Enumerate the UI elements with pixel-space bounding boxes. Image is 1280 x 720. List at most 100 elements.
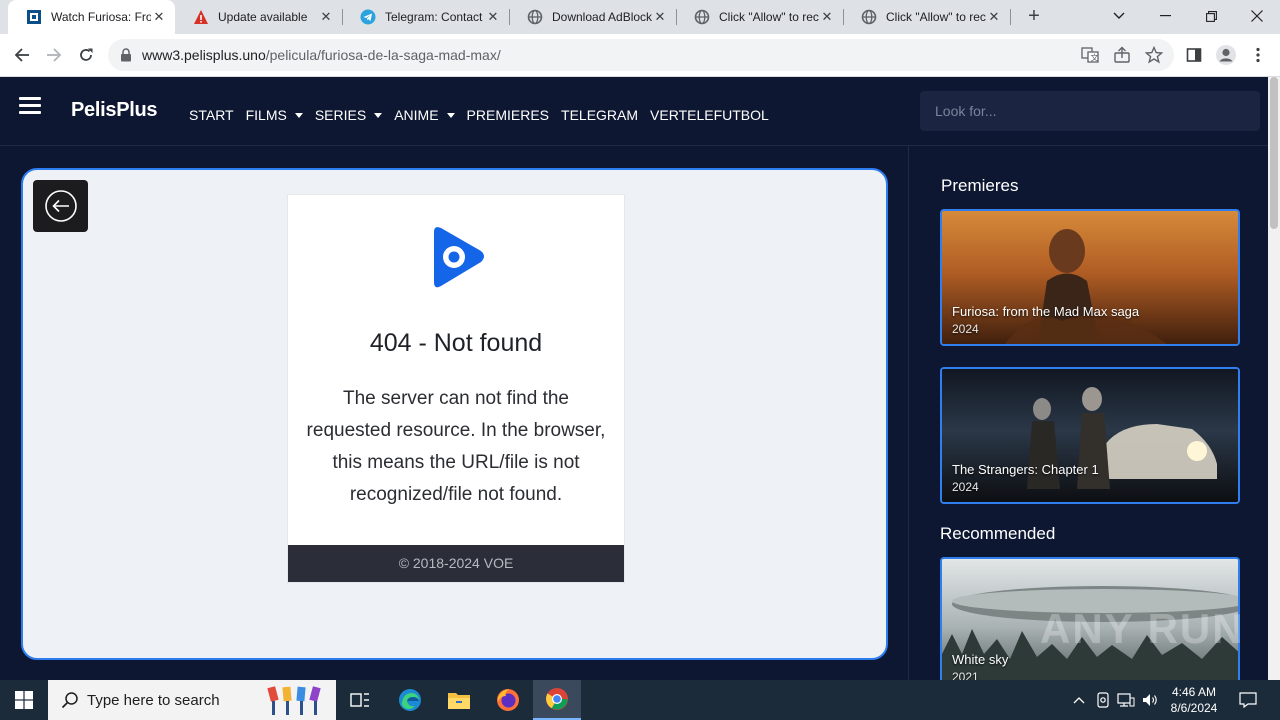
show-hidden-icons-chevron-up-icon[interactable] xyxy=(1068,680,1090,720)
caret-down-icon xyxy=(374,112,383,118)
page-scrollbar[interactable] xyxy=(1268,77,1280,680)
site-logo[interactable]: PelisPlus xyxy=(71,99,158,122)
nav-label: FILMS xyxy=(245,107,287,123)
content-divider xyxy=(908,146,909,680)
error-title: 404 - Not found xyxy=(369,329,543,357)
search-icon xyxy=(61,692,78,709)
circle-arrow-left-icon xyxy=(44,190,77,222)
device-icon[interactable] xyxy=(1093,680,1113,720)
forward-arrow-icon[interactable] xyxy=(40,41,68,69)
address-bar[interactable]: www3.pelisplus.uno/pelicula/furiosa-de-l… xyxy=(108,39,1174,71)
nav-label: VERTELEFUTBOL xyxy=(650,107,769,123)
svg-text:文: 文 xyxy=(1091,53,1099,63)
website-viewport: PelisPlus START FILMS SERIES ANIME PREMI… xyxy=(0,77,1268,680)
tab-close-icon[interactable]: ✕ xyxy=(986,9,1002,25)
scrollbar-thumb[interactable] xyxy=(1270,77,1278,229)
url-text[interactable]: www3.pelisplus.uno/pelicula/furiosa-de-l… xyxy=(142,47,501,63)
firefox-icon[interactable] xyxy=(484,680,532,720)
tab-title: Update available xyxy=(218,10,308,24)
profile-avatar-icon[interactable] xyxy=(1212,41,1240,69)
movie-card-the-strangers[interactable]: The Strangers: Chapter 1 2024 xyxy=(940,367,1240,504)
main-nav: START FILMS SERIES ANIME PREMIERES TELEG… xyxy=(189,107,781,123)
movie-title: Furiosa: from the Mad Max saga xyxy=(952,304,1140,319)
movie-year: 2024 xyxy=(952,480,979,494)
lock-icon[interactable] xyxy=(120,48,132,62)
notifications-icon[interactable] xyxy=(1230,680,1266,720)
reload-icon[interactable] xyxy=(72,41,100,69)
browser-menu-icon[interactable] xyxy=(1244,41,1272,69)
error-footer: © 2018-2024 VOE xyxy=(288,545,624,582)
taskbar-search-box[interactable]: Type here to search xyxy=(48,680,336,720)
windows-start-icon[interactable] xyxy=(0,680,48,720)
file-explorer-icon[interactable] xyxy=(435,680,483,720)
back-arrow-icon[interactable] xyxy=(8,41,36,69)
chrome-icon[interactable] xyxy=(533,680,581,720)
minimize-window-icon[interactable] xyxy=(1142,0,1188,32)
tab-close-icon[interactable]: ✕ xyxy=(318,9,334,25)
globe-icon xyxy=(861,9,877,25)
close-window-icon[interactable] xyxy=(1234,0,1280,32)
tab-title: Telegram: Contact xyxy=(385,10,483,24)
voe-play-logo-icon xyxy=(434,227,484,288)
globe-icon xyxy=(694,9,710,25)
nav-label: TELEGRAM xyxy=(561,107,639,123)
new-tab-button[interactable]: + xyxy=(1022,5,1046,29)
task-view-icon[interactable] xyxy=(336,680,384,720)
hamburger-menu-icon[interactable] xyxy=(19,97,41,115)
volume-icon[interactable] xyxy=(1140,680,1162,720)
translate-icon[interactable]: 文 xyxy=(1080,45,1100,65)
error-card: 404 - Not found The server can not find … xyxy=(287,194,625,583)
globe-icon xyxy=(527,9,543,25)
tab-title: Click "Allow" to receive xyxy=(719,10,819,24)
nav-label: SERIES xyxy=(314,107,367,123)
edge-icon[interactable] xyxy=(386,680,434,720)
tab-telegram[interactable]: Telegram: Contact ✕ xyxy=(342,0,509,34)
nav-series[interactable]: SERIES xyxy=(314,107,383,123)
caret-down-icon xyxy=(446,112,455,118)
back-button[interactable] xyxy=(33,180,88,232)
restore-window-icon[interactable] xyxy=(1188,0,1234,32)
tab-update-available[interactable]: Update available ✕ xyxy=(175,0,342,34)
nav-anime[interactable]: ANIME xyxy=(394,107,455,123)
telegram-icon xyxy=(360,9,376,25)
tab-title: Watch Furiosa: From the Mad Max saga xyxy=(51,10,151,24)
tab-search-chevron-down-icon[interactable] xyxy=(1096,0,1142,32)
nav-label: ANIME xyxy=(394,107,439,123)
nav-label: PREMIERES xyxy=(466,107,550,123)
movie-card-furiosa[interactable]: Furiosa: from the Mad Max saga 2024 xyxy=(940,209,1240,346)
clock-date: 8/6/2024 xyxy=(1170,701,1218,715)
tab-download-adblock[interactable]: Download AdBlock ✕ xyxy=(509,0,676,34)
furiosa-poster-image xyxy=(942,211,1238,344)
tab-separator xyxy=(1010,9,1011,25)
system-clock[interactable]: 4:46 AM 8/6/2024 xyxy=(1162,684,1226,716)
network-icon[interactable] xyxy=(1115,680,1137,720)
any-run-watermark: ANY RUN xyxy=(1040,605,1245,652)
tab-title: Download AdBlock xyxy=(552,10,652,24)
url-host: www3.pelisplus.uno xyxy=(142,47,266,63)
tab-click-allow-1[interactable]: Click "Allow" to receive ✕ xyxy=(676,0,843,34)
caret-down-icon xyxy=(294,112,303,118)
nav-vertelefutbol[interactable]: VERTELEFUTBOL xyxy=(650,107,769,123)
nav-premieres[interactable]: PREMIERES xyxy=(467,107,549,123)
video-player-frame[interactable]: 404 - Not found The server can not find … xyxy=(21,168,888,660)
nav-films[interactable]: FILMS xyxy=(246,107,303,123)
tab-close-icon[interactable]: ✕ xyxy=(151,9,167,25)
tab-click-allow-2[interactable]: Click "Allow" to receive ✕ xyxy=(843,0,1010,34)
movie-year: 2024 xyxy=(952,322,979,336)
warning-icon xyxy=(193,9,209,25)
premieres-heading: Premieres xyxy=(941,176,1019,195)
side-panel-icon[interactable] xyxy=(1180,41,1208,69)
bookmark-star-icon[interactable] xyxy=(1144,45,1164,65)
tab-close-icon[interactable]: ✕ xyxy=(819,9,835,25)
windows-taskbar: Type here to search 4:46 AM 8/6/2024 xyxy=(0,680,1280,720)
tab-close-icon[interactable]: ✕ xyxy=(652,9,668,25)
site-search-input[interactable] xyxy=(920,91,1260,131)
share-icon[interactable] xyxy=(1112,45,1132,65)
taskbar-search-placeholder: Type here to search xyxy=(87,691,220,709)
strangers-poster-image xyxy=(942,369,1238,502)
nav-telegram[interactable]: TELEGRAM xyxy=(561,107,638,123)
tab-watch-furiosa[interactable]: Watch Furiosa: From the Mad Max saga ✕ xyxy=(8,0,175,34)
pelisplus-favicon-icon xyxy=(26,9,42,25)
nav-start[interactable]: START xyxy=(189,107,234,123)
tab-close-icon[interactable]: ✕ xyxy=(485,9,501,25)
